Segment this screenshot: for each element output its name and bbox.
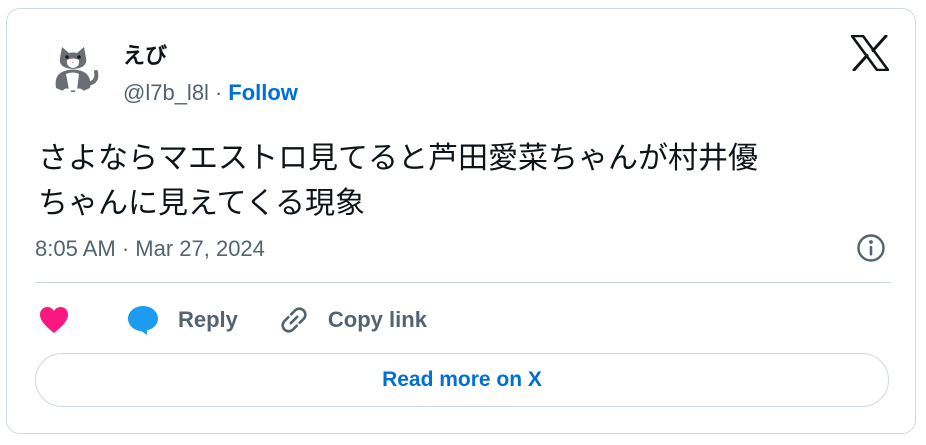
tweet-text: さよならマエストロ見てると芦田愛菜ちゃんが村井優 ちゃんに見えてくる現象	[38, 141, 758, 221]
link-icon	[281, 307, 307, 333]
tweet-timestamp[interactable]: 8:05 AM · Mar 27, 2024	[35, 236, 265, 262]
copy-link-label: Copy link	[327, 307, 427, 332]
reply-button[interactable]: Reply	[126, 304, 238, 336]
tweet-actions: Reply Copy link	[38, 302, 427, 338]
follow-link[interactable]: Follow	[228, 80, 298, 106]
divider	[35, 282, 891, 283]
info-icon[interactable]	[856, 233, 886, 263]
handle-separator: ·	[214, 80, 223, 105]
author-avatar[interactable]	[42, 38, 104, 100]
author-handle[interactable]: @l7b_l8l	[123, 80, 209, 106]
speech-bubble-icon	[128, 306, 158, 335]
author-display-name[interactable]: えび	[123, 38, 167, 70]
x-logo-icon[interactable]	[850, 34, 890, 72]
cat-avatar-icon	[42, 38, 104, 100]
copy-link-button[interactable]: Copy link	[278, 304, 427, 336]
reply-label: Reply	[178, 307, 238, 332]
like-button[interactable]	[38, 305, 70, 335]
read-more-button[interactable]: Read more on X	[35, 353, 889, 407]
author-handle-row: @l7b_l8l · Follow	[123, 80, 298, 106]
heart-icon	[40, 307, 68, 333]
